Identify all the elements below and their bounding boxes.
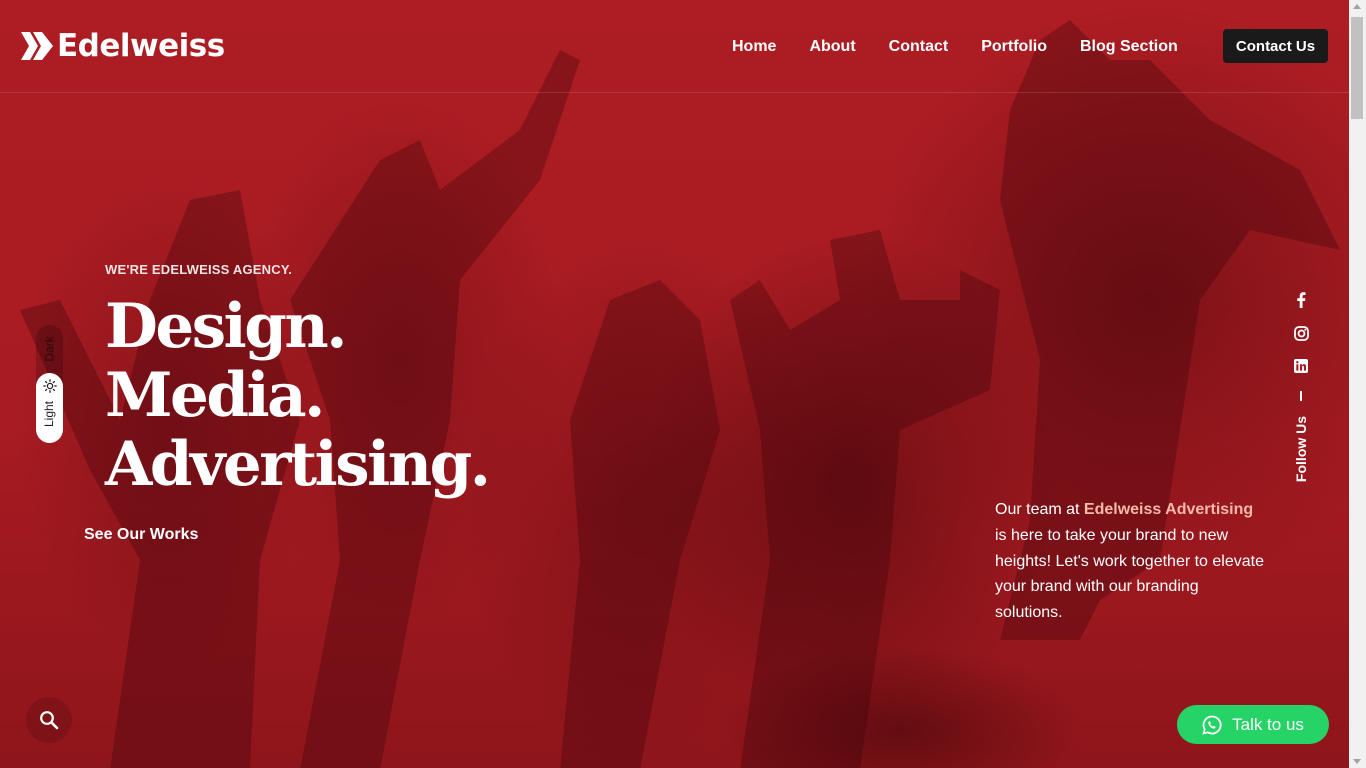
linkedin-icon[interactable] bbox=[1291, 356, 1311, 376]
facebook-icon[interactable] bbox=[1291, 290, 1311, 310]
headline-line-media: Media. bbox=[105, 360, 325, 431]
hero-headline: Design. Media. Advertising. bbox=[105, 291, 491, 500]
nav-item-about[interactable]: About bbox=[809, 37, 855, 57]
intro-highlight: Edelweiss Advertising bbox=[1083, 501, 1254, 518]
scroll-up-arrow-icon[interactable] bbox=[1353, 4, 1361, 9]
intro-suffix: is here to take your brand to new height… bbox=[995, 526, 1264, 622]
follow-us-label: Follow Us bbox=[1293, 415, 1309, 483]
nav-item-home[interactable]: Home bbox=[732, 37, 776, 57]
contact-us-button[interactable]: Contact Us bbox=[1223, 29, 1328, 63]
nav-item-portfolio[interactable]: Portfolio bbox=[981, 37, 1047, 57]
headline-line-advertising: Advertising. bbox=[105, 429, 491, 500]
whatsapp-icon bbox=[1202, 715, 1222, 735]
hero-section: Edelweiss Home About Contact Portfolio B… bbox=[0, 0, 1349, 768]
theme-option-light[interactable]: Light bbox=[36, 373, 63, 443]
scrollbar-thumb[interactable] bbox=[1351, 17, 1363, 119]
hero-eyebrow: WE'RE EDELWEISS AGENCY. bbox=[105, 262, 293, 277]
theme-toggle[interactable]: Dark Light bbox=[36, 325, 63, 443]
headline-line-design: Design. bbox=[105, 291, 347, 362]
scroll-down-arrow-icon[interactable] bbox=[1353, 759, 1361, 764]
talk-to-us-button[interactable]: Talk to us bbox=[1177, 705, 1329, 744]
search-button[interactable] bbox=[26, 697, 72, 743]
top-navigation-bar: Edelweiss Home About Contact Portfolio B… bbox=[0, 0, 1349, 93]
social-divider bbox=[1300, 391, 1302, 401]
main-nav: Home About Contact Portfolio Blog Sectio… bbox=[732, 37, 1211, 57]
nav-item-blog-section[interactable]: Blog Section bbox=[1080, 37, 1178, 57]
see-our-works-link[interactable]: See Our Works bbox=[84, 526, 198, 544]
social-links: Follow Us bbox=[1291, 290, 1311, 482]
theme-light-label: Light bbox=[42, 400, 57, 428]
intro-prefix: Our team at bbox=[995, 501, 1084, 518]
sun-icon bbox=[42, 379, 57, 393]
search-icon bbox=[40, 711, 59, 730]
theme-dark-label: Dark bbox=[42, 336, 57, 362]
hero-intro-text: Our team at Edelweiss Advertising is her… bbox=[995, 497, 1265, 626]
instagram-icon[interactable] bbox=[1291, 323, 1311, 343]
talk-to-us-label: Talk to us bbox=[1232, 714, 1304, 734]
theme-option-dark[interactable]: Dark bbox=[36, 325, 63, 373]
page-scrollbar[interactable] bbox=[1349, 0, 1366, 768]
nav-item-contact[interactable]: Contact bbox=[889, 37, 949, 57]
brand-logo[interactable]: Edelweiss bbox=[21, 30, 225, 62]
brand-name: Edelweiss bbox=[57, 28, 225, 64]
double-chevron-logo-icon bbox=[21, 32, 53, 60]
